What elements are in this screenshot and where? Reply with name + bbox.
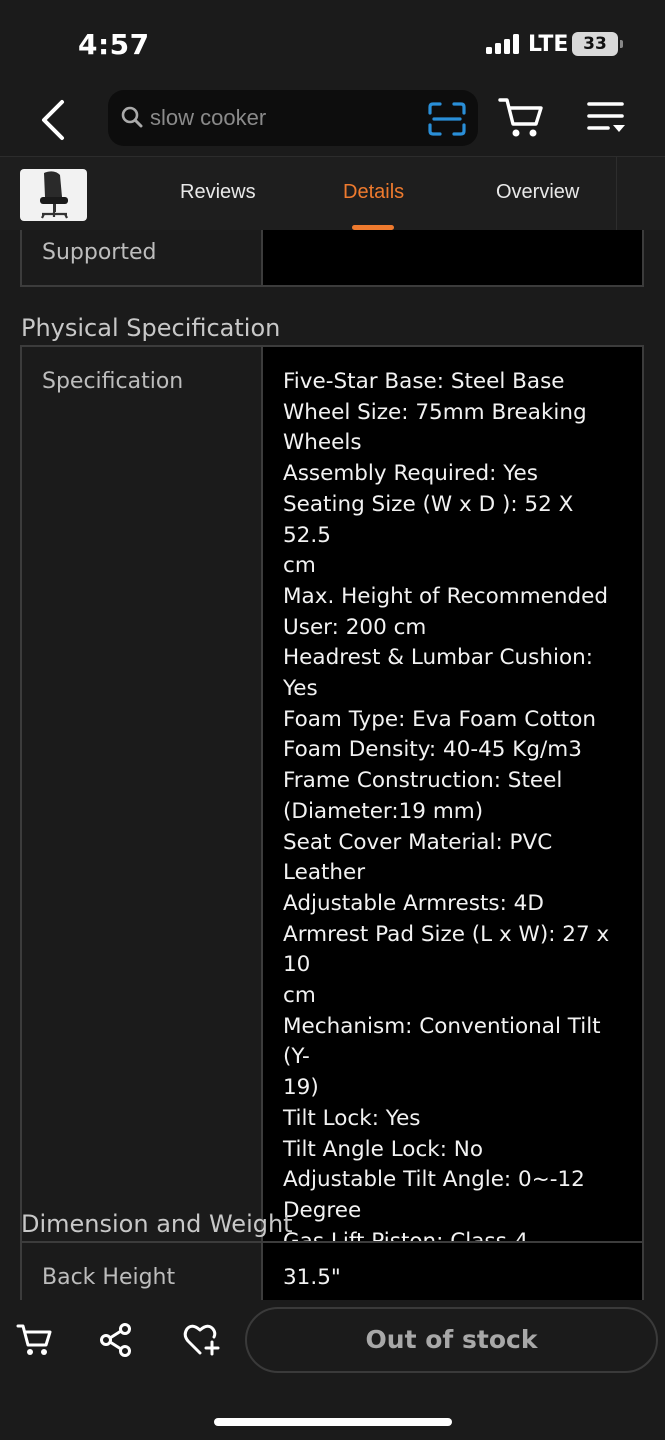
table-row: Supported bbox=[22, 230, 642, 285]
spec-line: Degree bbox=[283, 1197, 362, 1223]
spec-line: Wheels bbox=[283, 430, 362, 456]
spec-value: Five-Star Base: Steel Base Wheel Size: 75… bbox=[263, 347, 642, 1300]
menu-icon[interactable] bbox=[586, 98, 628, 142]
cart-icon[interactable] bbox=[16, 1322, 54, 1362]
search-bar[interactable] bbox=[108, 90, 478, 146]
spec-line: Yes bbox=[283, 676, 318, 702]
spec-line: Tilt Angle Lock: No bbox=[283, 1136, 484, 1162]
top-header bbox=[0, 84, 665, 156]
spec-table-dimension: Back Height 31.5" bbox=[20, 1241, 644, 1300]
signal-icon bbox=[486, 34, 520, 54]
spec-line: Max. Height of Recommended bbox=[283, 583, 609, 609]
scan-icon[interactable] bbox=[428, 102, 466, 140]
spec-value: 31.5" bbox=[263, 1243, 642, 1300]
tab-overview[interactable]: Overview bbox=[496, 181, 579, 204]
network-label: LTE bbox=[528, 32, 569, 57]
home-indicator bbox=[214, 1418, 452, 1426]
spec-line: Foam Density: 40-45 Kg/m3 bbox=[283, 737, 582, 763]
details-content: Supported Physical Specification Specifi… bbox=[0, 230, 665, 1300]
table-row: Back Height 31.5" bbox=[22, 1243, 642, 1300]
out-of-stock-button[interactable]: Out of stock bbox=[245, 1307, 658, 1373]
spec-line: Adjustable Tilt Angle: 0~-12 bbox=[283, 1167, 585, 1193]
share-icon[interactable] bbox=[98, 1322, 134, 1362]
spec-table-physical: Specification Five-Star Base: Steel Base… bbox=[20, 345, 644, 1300]
section-title-physical: Physical Specification bbox=[21, 314, 281, 342]
tab-details[interactable]: Details bbox=[343, 181, 404, 204]
battery-icon: 33 bbox=[572, 32, 623, 56]
spec-line: Tilt Lock: Yes bbox=[283, 1105, 421, 1131]
wishlist-add-icon[interactable] bbox=[182, 1322, 222, 1362]
spec-line: Foam Type: Eva Foam Cotton bbox=[283, 706, 596, 732]
back-icon[interactable] bbox=[36, 98, 76, 142]
spec-line: Headrest & Lumbar Cushion: bbox=[283, 645, 594, 671]
spec-line: cm bbox=[283, 553, 316, 579]
spec-label: Supported bbox=[22, 230, 263, 285]
section-tab-bar: Reviews Details Overview bbox=[0, 156, 665, 231]
status-bar: 4:57 LTE 33 bbox=[0, 0, 665, 84]
spec-table-top: Supported bbox=[20, 230, 644, 287]
tab-reviews[interactable]: Reviews bbox=[180, 181, 256, 204]
status-time: 4:57 bbox=[78, 28, 150, 61]
cart-icon[interactable] bbox=[498, 96, 546, 144]
spec-line: Seating Size (W x D ): 52 X 52.5 bbox=[283, 491, 574, 548]
spec-label: Specification bbox=[22, 347, 263, 1300]
table-row: Specification Five-Star Base: Steel Base… bbox=[22, 347, 642, 1300]
spec-line: 19) bbox=[283, 1075, 319, 1101]
spec-line: cm bbox=[283, 983, 316, 1009]
section-title-dimension: Dimension and Weight bbox=[21, 1210, 293, 1238]
spec-label: Back Height bbox=[22, 1243, 263, 1300]
spec-line: Frame Construction: Steel bbox=[283, 768, 563, 794]
product-thumbnail[interactable] bbox=[20, 169, 87, 221]
spec-line: User: 200 cm bbox=[283, 614, 427, 640]
spec-line: Armrest Pad Size (L x W): 27 x 10 bbox=[283, 921, 610, 978]
tab-divider bbox=[616, 157, 617, 231]
bottom-action-bar: Out of stock bbox=[0, 1300, 665, 1440]
spec-line: Seat Cover Material: PVC Leather bbox=[283, 829, 553, 886]
spec-line: Adjustable Armrests: 4D bbox=[283, 890, 544, 916]
spec-line: Wheel Size: 75mm Breaking bbox=[283, 399, 587, 425]
spec-value bbox=[263, 230, 642, 285]
spec-line: Five-Star Base: Steel Base bbox=[283, 369, 565, 394]
spec-line: Assembly Required: Yes bbox=[283, 461, 538, 487]
spec-line: Mechanism: Conventional Tilt (Y- bbox=[283, 1013, 601, 1070]
spec-line: (Diameter:19 mm) bbox=[283, 798, 484, 824]
search-icon bbox=[120, 105, 144, 133]
search-input[interactable] bbox=[150, 98, 410, 138]
